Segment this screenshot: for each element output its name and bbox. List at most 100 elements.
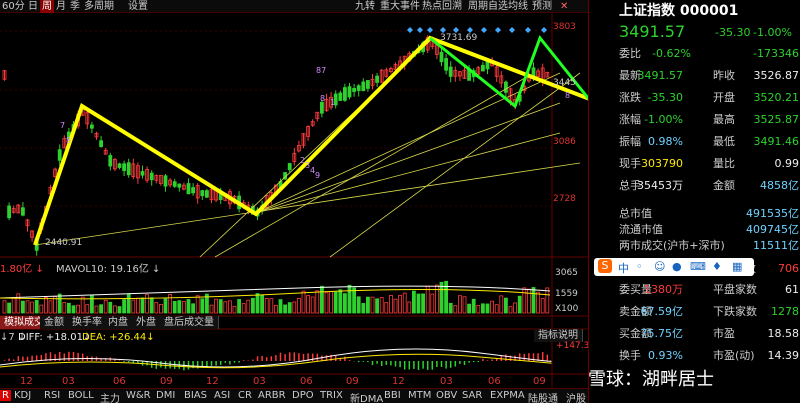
sogou-icon[interactable]: S: [598, 259, 612, 273]
hotspot-review-button[interactable]: 热点回溯: [422, 0, 462, 13]
forecast-button[interactable]: 预测: [532, 0, 552, 13]
trade-row: 换手 0.93% 市盈(动) 14.39: [589, 346, 800, 366]
ime-toolbar[interactable]: S 中 ◦ ☺ ● ⌨ ♦ ▦: [594, 258, 754, 276]
candle-body: [163, 175, 168, 187]
trade-label: 换手: [619, 349, 641, 362]
market-cap-label: 流通市值: [619, 223, 663, 236]
tab-turnover[interactable]: 换手率: [68, 316, 107, 329]
volume-axis-label: 3065: [555, 268, 578, 278]
tab-sh-connect[interactable]: 沪股: [566, 390, 586, 403]
quote-value: 0.98%: [648, 135, 683, 148]
xueqiu-watermark: 雪球：湖畔居士: [588, 369, 714, 390]
candle-body: [480, 64, 485, 72]
tab-sar[interactable]: SAR: [462, 390, 482, 401]
ime-keyboard-icon[interactable]: ⌨: [690, 260, 706, 273]
x-axis-tick: 06: [113, 376, 126, 387]
index-price: 3491.57: [619, 22, 686, 41]
volume-bar: [218, 299, 223, 314]
period-quarter-tab[interactable]: 季: [70, 0, 80, 13]
cycle-watchlist-button[interactable]: 周期自选: [468, 0, 508, 13]
tab-trix[interactable]: TRIX: [320, 390, 343, 401]
quote-value: 3520.21: [753, 91, 800, 104]
period-week-tab[interactable]: 周: [40, 0, 54, 13]
volume-bar: [117, 306, 122, 314]
volume-bar: [352, 287, 357, 314]
tab-after-hours-volume[interactable]: 盘后成交量: [160, 316, 219, 329]
low-price-label: 2440.91: [45, 238, 83, 248]
close-icon[interactable]: ✕: [560, 0, 568, 13]
wei-bi-value: -0.62%: [652, 47, 691, 60]
tab-boll[interactable]: BOLL: [68, 390, 94, 401]
market-cap-value: 409745亿: [746, 223, 799, 236]
ime-shirt-icon[interactable]: ♦: [712, 260, 722, 273]
tab-bias[interactable]: BIAS: [184, 390, 207, 401]
quote-label: 最高: [713, 113, 735, 126]
tab-bbi[interactable]: BBI: [384, 390, 401, 401]
volume-bar: [448, 302, 453, 314]
trade-row: 委买量 1380万 平盘家数 61: [589, 280, 800, 300]
quote-row: 总手 35453万 金额 4858亿: [589, 176, 800, 196]
ime-punct-icon[interactable]: ◦: [636, 260, 643, 273]
candle-body: [347, 86, 352, 98]
nine-turn-button[interactable]: 九转: [355, 0, 375, 13]
volume-bar: [347, 284, 352, 314]
market-cap-label: 两市成交(沪市+深市): [619, 239, 725, 252]
wei-bi-row: 委比 -0.62% -173346: [589, 44, 800, 64]
volume-axis-label: 1559: [555, 289, 578, 299]
ime-grid-icon[interactable]: ▦: [732, 260, 742, 273]
volume-bar: [67, 302, 71, 314]
tab-new-dma[interactable]: 新DMA: [350, 390, 383, 403]
period-60min-tab[interactable]: 60分: [2, 0, 25, 13]
candle-body: [338, 92, 343, 101]
candle-body: [365, 80, 370, 89]
tab-main-force[interactable]: 主力: [100, 390, 120, 403]
high-price-label: 3731.69: [440, 33, 478, 43]
volume-bar: [186, 299, 191, 314]
candle-body: [485, 61, 490, 70]
tab-rsi[interactable]: RSI: [44, 390, 60, 401]
period-toolbar: 60分 日 周 月 季 多周期 设置 九转 重大事件 热点回溯 周期自选 均线 …: [0, 0, 590, 13]
volume-bar: [200, 298, 205, 314]
ime-voice-icon[interactable]: ●: [672, 260, 682, 273]
volume-bar: [255, 293, 260, 314]
multi-period-tab[interactable]: 多周期: [84, 0, 114, 13]
sequence-marker: 8: [66, 136, 71, 145]
volume-bar: [122, 299, 126, 314]
period-day-tab[interactable]: 日: [28, 0, 38, 13]
quote-value: -35.30: [647, 91, 683, 104]
volume-bar: [365, 296, 370, 314]
period-month-tab[interactable]: 月: [56, 0, 66, 13]
volume-bar: [416, 293, 421, 314]
x-axis-tick: 09: [533, 376, 546, 387]
volume-bar: [191, 303, 196, 314]
tab-outer-volume[interactable]: 外盘: [132, 316, 161, 329]
tab-cr[interactable]: CR: [238, 390, 252, 401]
volume-bar: [7, 302, 11, 314]
tab-asi[interactable]: ASI: [214, 390, 230, 401]
tab-expma[interactable]: EXPMA: [490, 390, 525, 401]
tab-obv[interactable]: OBV: [436, 390, 457, 401]
volume-bar: [411, 290, 416, 314]
tab-dpo[interactable]: DPO: [292, 390, 314, 401]
tab-inner-volume[interactable]: 内盘: [104, 316, 133, 329]
trade-value: 1278: [771, 305, 799, 318]
x-axis-tick: 03: [62, 376, 75, 387]
ime-emoji-icon[interactable]: ☺: [654, 260, 665, 273]
tab-kdj[interactable]: KDJ: [14, 390, 31, 401]
tab-mtm[interactable]: MTM: [408, 390, 431, 401]
candle-body: [191, 187, 196, 194]
major-events-button[interactable]: 重大事件: [380, 0, 420, 13]
candle-body: [204, 190, 209, 198]
tab-arbr[interactable]: ARBR: [258, 390, 286, 401]
tab-amount[interactable]: 金额: [40, 316, 69, 329]
settings-tab[interactable]: 设置: [128, 0, 148, 13]
moving-average-button[interactable]: 均线: [508, 0, 528, 13]
mavol-label: MAVOL10: 19.16亿 ↓: [56, 264, 161, 275]
tab-prefix[interactable]: R: [0, 390, 11, 401]
tab-dmi[interactable]: DMI: [156, 390, 175, 401]
tab-wr[interactable]: W&R: [126, 390, 151, 401]
ime-mode-icon[interactable]: 中: [618, 260, 629, 276]
x-axis-tick: 09: [160, 376, 173, 387]
tab-hk-connect[interactable]: 陆股通: [528, 390, 558, 403]
volume-bar: [99, 304, 103, 314]
